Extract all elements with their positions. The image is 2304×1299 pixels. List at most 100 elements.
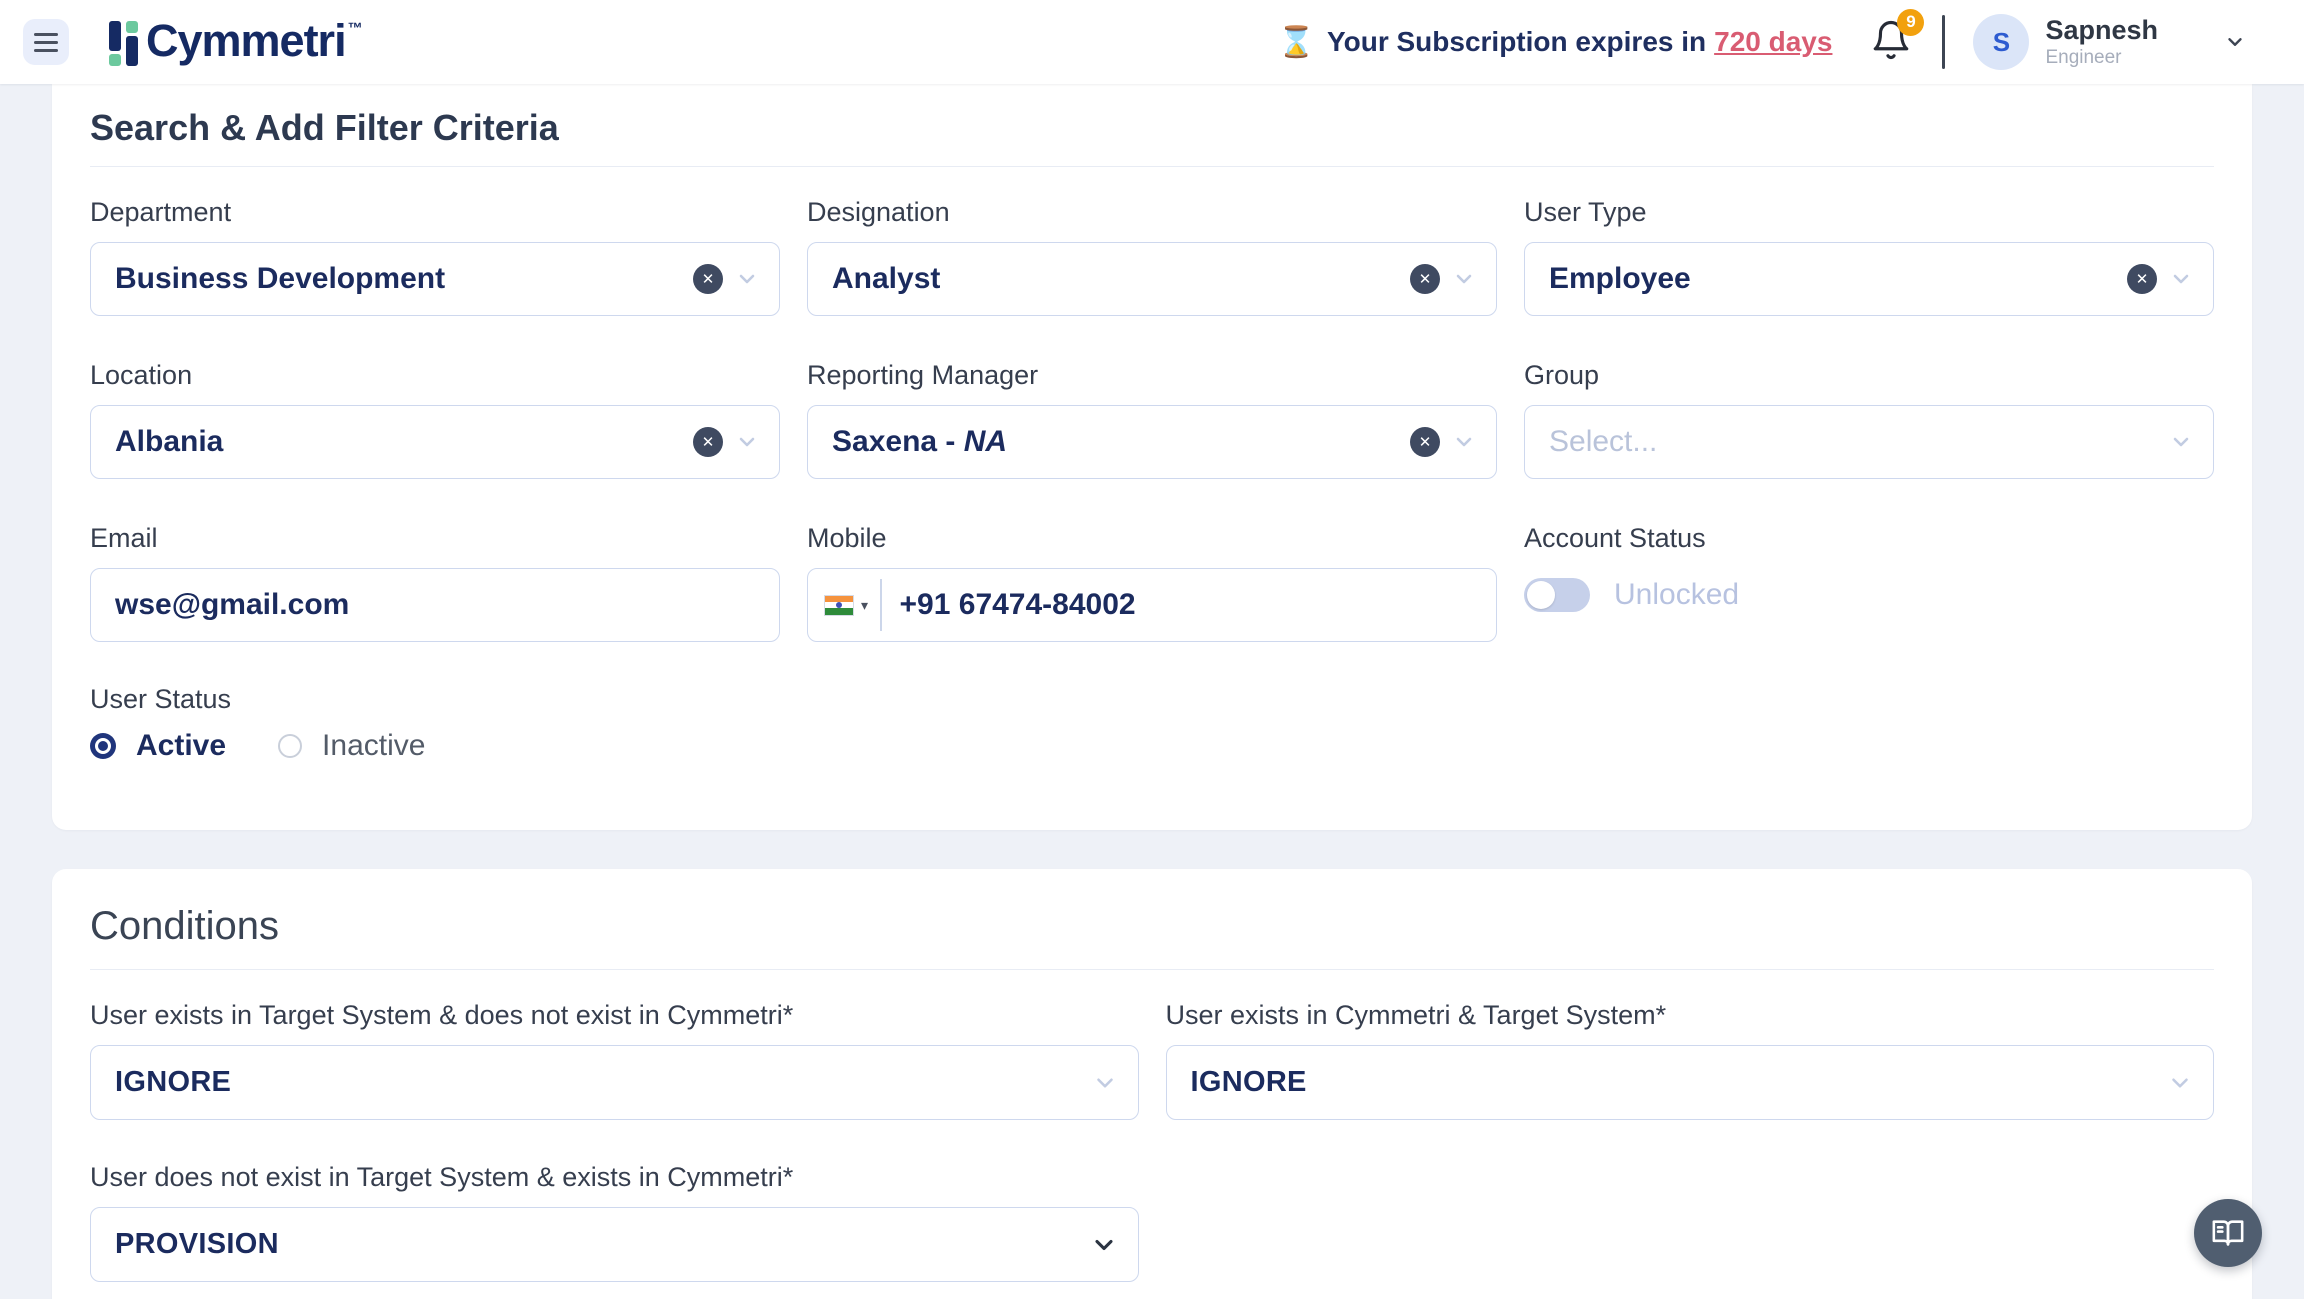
- clear-icon: ✕: [1419, 435, 1432, 450]
- country-code-button[interactable]: ▾: [824, 595, 868, 616]
- conditions-card: Conditions User exists in Target System …: [52, 869, 2252, 1299]
- mobile-field: Mobile ▾: [807, 523, 1497, 642]
- designation-select[interactable]: Analyst ✕: [807, 242, 1497, 316]
- reporting-manager-label: Reporting Manager: [807, 360, 1497, 391]
- active-radio-label[interactable]: Active: [136, 729, 226, 763]
- group-select[interactable]: Select...: [1524, 405, 2214, 479]
- inactive-radio[interactable]: [278, 734, 302, 758]
- subscription-banner: ⌛ Your Subscription expires in 720 days: [1278, 25, 1833, 60]
- department-select[interactable]: Business Development ✕: [90, 242, 780, 316]
- condition-field: User exists in Cymmetri & Target System*…: [1166, 1000, 2215, 1120]
- reporting-manager-value: Saxena - NA: [832, 425, 1410, 459]
- clear-icon: ✕: [702, 272, 715, 287]
- chevron-down-icon[interactable]: [1090, 1231, 1118, 1259]
- reporting-manager-clear-button[interactable]: ✕: [1410, 427, 1440, 457]
- condition-select-0[interactable]: IGNORE: [90, 1045, 1139, 1120]
- user-name: Sapnesh: [2045, 15, 2158, 46]
- condition-value: PROVISION: [115, 1228, 1090, 1261]
- location-field: Location Albania ✕: [90, 360, 780, 479]
- department-value: Business Development: [115, 262, 693, 296]
- condition-select-2[interactable]: PROVISION: [90, 1207, 1139, 1282]
- condition-value: IGNORE: [115, 1066, 1092, 1099]
- clear-icon: ✕: [2136, 272, 2149, 287]
- notification-bell-button[interactable]: 9: [1870, 19, 1912, 66]
- header-divider: [1942, 15, 1945, 69]
- email-input[interactable]: [90, 568, 780, 642]
- divider: [90, 166, 2214, 167]
- clear-icon: ✕: [1419, 272, 1432, 287]
- open-book-icon: [2211, 1216, 2245, 1250]
- active-radio[interactable]: [90, 733, 116, 759]
- mobile-label: Mobile: [807, 523, 1497, 554]
- user-type-select[interactable]: Employee ✕: [1524, 242, 2214, 316]
- condition-field: User does not exist in Target System & e…: [90, 1162, 1139, 1282]
- department-label: Department: [90, 197, 780, 228]
- condition-select-1[interactable]: IGNORE: [1166, 1045, 2215, 1120]
- condition-label: User exists in Target System & does not …: [90, 1000, 1139, 1031]
- mobile-input-group: ▾: [807, 568, 1497, 642]
- chevron-down-icon[interactable]: [1452, 267, 1476, 291]
- designation-label: Designation: [807, 197, 1497, 228]
- user-type-field: User Type Employee ✕: [1524, 197, 2214, 316]
- designation-field: Designation Analyst ✕: [807, 197, 1497, 316]
- chevron-down-icon[interactable]: [735, 267, 759, 291]
- chevron-down-icon[interactable]: [1092, 1070, 1118, 1096]
- account-status-field: Account Status Unlocked: [1524, 523, 2214, 642]
- hourglass-icon: ⌛: [1278, 25, 1315, 60]
- designation-clear-button[interactable]: ✕: [1410, 264, 1440, 294]
- chevron-down-icon[interactable]: [735, 430, 759, 454]
- subscription-text: Your Subscription expires in: [1327, 26, 1706, 58]
- chevron-down-icon[interactable]: [2218, 31, 2252, 53]
- user-type-value: Employee: [1549, 262, 2127, 296]
- location-label: Location: [90, 360, 780, 391]
- india-flag-icon: [824, 595, 854, 616]
- caret-down-icon: ▾: [861, 597, 868, 614]
- location-clear-button[interactable]: ✕: [693, 427, 723, 457]
- logo-mark-icon: [109, 21, 138, 66]
- location-select[interactable]: Albania ✕: [90, 405, 780, 479]
- hamburger-menu-button[interactable]: [23, 19, 69, 65]
- group-label: Group: [1524, 360, 2214, 391]
- user-type-label: User Type: [1524, 197, 2214, 228]
- group-field: Group Select...: [1524, 360, 2214, 479]
- trademark-symbol: ™: [348, 20, 363, 37]
- avatar: S: [1973, 14, 2029, 70]
- reporting-manager-field: Reporting Manager Saxena - NA ✕: [807, 360, 1497, 479]
- group-placeholder: Select...: [1549, 425, 2169, 459]
- docs-fab-button[interactable]: [2194, 1199, 2262, 1267]
- user-menu[interactable]: S Sapnesh Engineer: [1973, 14, 2252, 70]
- condition-value: IGNORE: [1191, 1066, 2168, 1099]
- user-status-field: User Status Active Inactive: [90, 684, 2214, 763]
- department-clear-button[interactable]: ✕: [693, 264, 723, 294]
- account-status-state: Unlocked: [1614, 578, 1739, 612]
- location-value: Albania: [115, 425, 693, 459]
- account-status-label: Account Status: [1524, 523, 2214, 554]
- conditions-title: Conditions: [90, 869, 2214, 949]
- designation-value: Analyst: [832, 262, 1410, 296]
- inactive-radio-label[interactable]: Inactive: [322, 729, 425, 763]
- filter-card-title: Search & Add Filter Criteria: [90, 84, 2214, 149]
- condition-label: User does not exist in Target System & e…: [90, 1162, 1139, 1193]
- user-status-label: User Status: [90, 684, 2214, 715]
- account-status-toggle[interactable]: [1524, 578, 1590, 612]
- condition-label: User exists in Cymmetri & Target System*: [1166, 1000, 2215, 1031]
- department-field: Department Business Development ✕: [90, 197, 780, 316]
- user-type-clear-button[interactable]: ✕: [2127, 264, 2157, 294]
- condition-field: User exists in Target System & does not …: [90, 1000, 1139, 1120]
- clear-icon: ✕: [702, 435, 715, 450]
- chevron-down-icon[interactable]: [2169, 430, 2193, 454]
- cymmetri-logo: Cymmetri ™: [109, 18, 363, 66]
- reporting-manager-select[interactable]: Saxena - NA ✕: [807, 405, 1497, 479]
- filter-criteria-card: Search & Add Filter Criteria Department …: [52, 84, 2252, 830]
- notification-badge: 9: [1897, 9, 1924, 36]
- divider: [90, 969, 2214, 970]
- email-label: Email: [90, 523, 780, 554]
- mobile-input[interactable]: [882, 588, 1476, 622]
- subscription-days-link[interactable]: 720 days: [1714, 26, 1832, 58]
- logo-text: Cymmetri: [146, 18, 346, 63]
- chevron-down-icon[interactable]: [1452, 430, 1476, 454]
- email-field: Email: [90, 523, 780, 642]
- chevron-down-icon[interactable]: [2167, 1070, 2193, 1096]
- chevron-down-icon[interactable]: [2169, 267, 2193, 291]
- app-header: Cymmetri ™ ⌛ Your Subscription expires i…: [0, 0, 2304, 84]
